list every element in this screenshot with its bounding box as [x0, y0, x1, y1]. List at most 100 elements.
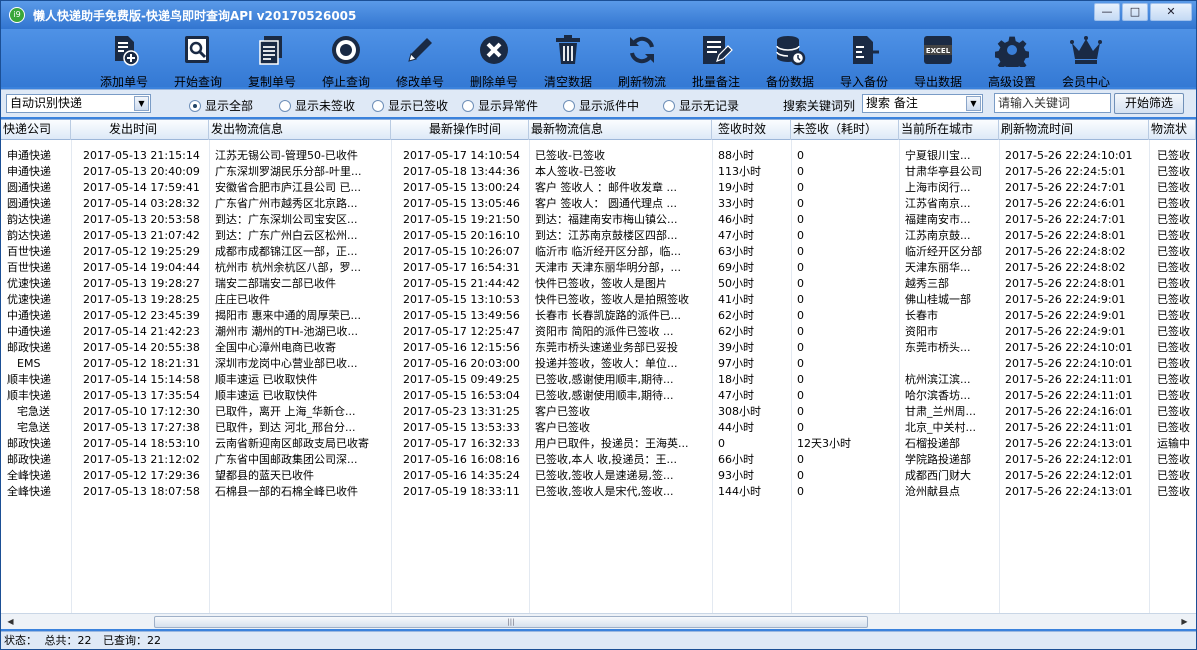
table-cell: 2017-05-13 21:12:02 — [83, 453, 200, 466]
table-row[interactable]: 韵达快递 2017-05-13 21:07:42 到达：广东广州白云区松州... 20… — [1, 228, 1196, 244]
table-row[interactable]: 邮政快递 2017-05-14 20:55:38 全国中心漳州电商已收寄 2017-0… — [1, 340, 1196, 356]
maximize-button[interactable]: □ — [1122, 3, 1148, 21]
table-cell: 2017-05-13 20:40:09 — [83, 165, 200, 178]
column-header-4[interactable]: 最新操作时间 — [391, 120, 529, 140]
table-cell: 全国中心漳州电商已收寄 — [215, 341, 336, 354]
toolbar-button-label: 高级设置 — [987, 75, 1036, 89]
table-cell: 0 — [797, 181, 804, 194]
table-cell: 2017-5-26 22:24:9:01 — [1005, 325, 1126, 338]
keyword-column-select[interactable]: 搜索 备注 ▼ — [862, 94, 983, 113]
column-header-6[interactable]: 签收时效 — [712, 120, 791, 140]
table-cell: 沧州献县点 — [905, 485, 960, 498]
table-cell: 2017-05-15 16:53:04 — [403, 389, 520, 402]
courier-select[interactable]: 自动识别快递 ▼ — [6, 94, 151, 113]
toolbar-button-11[interactable]: 导入备份 — [827, 29, 901, 89]
table-cell: 中通快递 — [7, 325, 51, 338]
table-row[interactable]: 优速快递 2017-05-13 19:28:25 庄庄已收件 2017-05-15 1… — [1, 292, 1196, 308]
table-cell: 2017-05-16 12:15:56 — [403, 341, 520, 354]
table-row[interactable]: 全峰快递 2017-05-12 17:29:36 望都县的蓝天已收件 2017-05-… — [1, 468, 1196, 484]
horizontal-scrollbar[interactable]: ◀ ||| ▶ — [1, 613, 1196, 629]
table-row[interactable]: 百世快递 2017-05-14 19:04:44 杭州市 杭州余杭区八部，罗... 2… — [1, 260, 1196, 276]
radio-option-5[interactable]: 显示派件中 — [563, 97, 639, 114]
radio-option-3[interactable]: 显示已签收 — [372, 97, 448, 114]
table-cell: 顺丰速运 已收取快件 — [215, 373, 318, 386]
toolbar-button-5[interactable]: 修改单号 — [383, 29, 457, 89]
table-row[interactable]: 宅急送 2017-05-13 17:27:38 已取件，到达 河北_邢台分... 20… — [1, 420, 1196, 436]
radio-option-6[interactable]: 显示无记录 — [663, 97, 739, 114]
radio-circle-icon — [279, 99, 291, 112]
table-cell: 成都西门财大 — [905, 469, 971, 482]
table-cell: 学院路投递部 — [905, 453, 971, 466]
keyword-input[interactable]: 请输入关键词 — [994, 93, 1111, 113]
table-row[interactable]: 全峰快递 2017-05-13 18:07:58 石棉县一部的石棉全峰已收件 2017… — [1, 484, 1196, 500]
table-row[interactable]: 宅急送 2017-05-10 17:12:30 已取件，离开 上海_华新仓... 20… — [1, 404, 1196, 420]
column-header-5[interactable]: 最新物流信息 — [529, 120, 712, 140]
table-row[interactable]: 圆通快递 2017-05-14 17:59:41 安徽省合肥市庐江县公司 已... 2… — [1, 180, 1196, 196]
column-header-2[interactable]: 发出时间 — [71, 120, 209, 140]
radio-option-2[interactable]: 显示未签收 — [279, 97, 355, 114]
table-cell: 快件已签收，签收人是图片 — [535, 277, 667, 290]
table-cell: 资阳市 简阳的派件已签收 ... — [535, 325, 674, 338]
table-cell: 2017-5-26 22:24:11:01 — [1005, 373, 1133, 386]
table-row[interactable]: EMS 2017-05-12 18:21:31 深圳市龙岗中心营业部已收... 201… — [1, 356, 1196, 372]
table-row[interactable]: 优速快递 2017-05-13 19:28:27 瑞安二部瑞安二部已收件 2017-0… — [1, 276, 1196, 292]
column-header-10[interactable]: 物流状 — [1149, 120, 1196, 140]
table-cell: 62小时 — [718, 309, 754, 322]
table-cell: 47小时 — [718, 229, 754, 242]
column-header-3[interactable]: 发出物流信息 — [209, 120, 391, 140]
toolbar-button-4[interactable]: 停止查询 — [309, 29, 383, 89]
filter-button[interactable]: 开始筛选 — [1114, 93, 1184, 114]
table-cell: 已签收,感谢使用顺丰,期待... — [535, 389, 674, 402]
table-cell: 2017-5-26 22:24:5:01 — [1005, 165, 1126, 178]
column-header-7[interactable]: 未签收（耗时） — [791, 120, 899, 140]
table-row[interactable]: 中通快递 2017-05-14 21:42:23 潮州市 潮州的TH-池湖已收...… — [1, 324, 1196, 340]
column-header-8[interactable]: 当前所在城市 — [899, 120, 999, 140]
toolbar-button-8[interactable]: 刷新物流 — [605, 29, 679, 89]
column-header-9[interactable]: 刷新物流时间 — [999, 120, 1149, 140]
table-cell: 东莞市桥头... — [905, 341, 971, 354]
toolbar-button-label: 会员中心 — [1061, 75, 1110, 89]
table-cell: 0 — [797, 485, 804, 498]
toolbar-button-3[interactable]: 复制单号 — [235, 29, 309, 89]
table-cell: 2017-05-13 20:53:58 — [83, 213, 200, 226]
scroll-left-icon[interactable]: ◀ — [3, 615, 18, 629]
scroll-right-icon[interactable]: ▶ — [1177, 615, 1192, 629]
toolbar-button-2[interactable]: 开始查询 — [161, 29, 235, 89]
table-row[interactable]: 邮政快递 2017-05-14 18:53:10 云南省新迎南区邮政支局已收寄 201… — [1, 436, 1196, 452]
toolbar-button-1[interactable]: 添加单号 — [87, 29, 161, 89]
radio-option-label: 显示无记录 — [679, 99, 740, 113]
toolbar-button-10[interactable]: 备份数据 — [753, 29, 827, 89]
table-cell: 2017-05-15 13:10:53 — [403, 293, 520, 306]
table-row[interactable]: 顺丰快递 2017-05-13 17:35:54 顺丰速运 已收取快件 2017-05… — [1, 388, 1196, 404]
table-cell: 用户已取件，投递员：王海英... — [535, 437, 689, 450]
toolbar-button-9[interactable]: 批量备注 — [679, 29, 753, 89]
radio-option-4[interactable]: 显示异常件 — [462, 97, 538, 114]
close-button[interactable]: ✕ — [1150, 3, 1192, 21]
table-cell: 圆通快递 — [7, 181, 51, 194]
table-row[interactable]: 顺丰快递 2017-05-14 15:14:58 顺丰速运 已收取快件 2017-05… — [1, 372, 1196, 388]
table-cell: 临沂经开区分部 — [905, 245, 982, 258]
table-cell: 天津市 天津东丽华明分部，... — [535, 261, 681, 274]
scrollbar-thumb[interactable]: ||| — [154, 616, 868, 628]
table-cell: 0 — [797, 149, 804, 162]
minimize-button[interactable]: — — [1094, 3, 1120, 21]
table-cell: 已签收 — [1157, 469, 1190, 482]
toolbar-button-7[interactable]: 清空数据 — [531, 29, 605, 89]
table-row[interactable]: 邮政快递 2017-05-13 21:12:02 广东省中国邮政集团公司深... 20… — [1, 452, 1196, 468]
table-cell: 江苏无锡公司-管理50-已收件 — [215, 149, 358, 162]
window-controls: — □ ✕ — [1094, 3, 1192, 21]
table-row[interactable]: 申通快递 2017-05-13 21:15:14 江苏无锡公司-管理50-已收件 20… — [1, 148, 1196, 164]
toolbar-button-13[interactable]: 高级设置 — [975, 29, 1049, 89]
table-row[interactable]: 申通快递 2017-05-13 20:40:09 广东深圳罗湖民乐分部-叶里... 2… — [1, 164, 1196, 180]
toolbar-button-12[interactable]: EXCEL 导出数据 — [901, 29, 975, 89]
radio-option-1[interactable]: 显示全部 — [189, 97, 253, 114]
column-header-1[interactable]: 快递公司 — [1, 120, 71, 140]
table-row[interactable]: 中通快递 2017-05-12 23:45:39 揭阳市 惠来中通的周厚荣已... 2… — [1, 308, 1196, 324]
toolbar-button-6[interactable]: 删除单号 — [457, 29, 531, 89]
copy-icon — [255, 33, 289, 70]
table-row[interactable]: 韵达快递 2017-05-13 20:53:58 到达：广东深圳公司宝安区... 20… — [1, 212, 1196, 228]
table-row[interactable]: 圆通快递 2017-05-14 03:28:32 广东省广州市越秀区北京路... 20… — [1, 196, 1196, 212]
table-row[interactable]: 百世快递 2017-05-12 19:25:29 成都市成都锦江区一部，正... 20… — [1, 244, 1196, 260]
toolbar-button-14[interactable]: 会员中心 — [1049, 29, 1123, 89]
table-cell: 18小时 — [718, 373, 754, 386]
